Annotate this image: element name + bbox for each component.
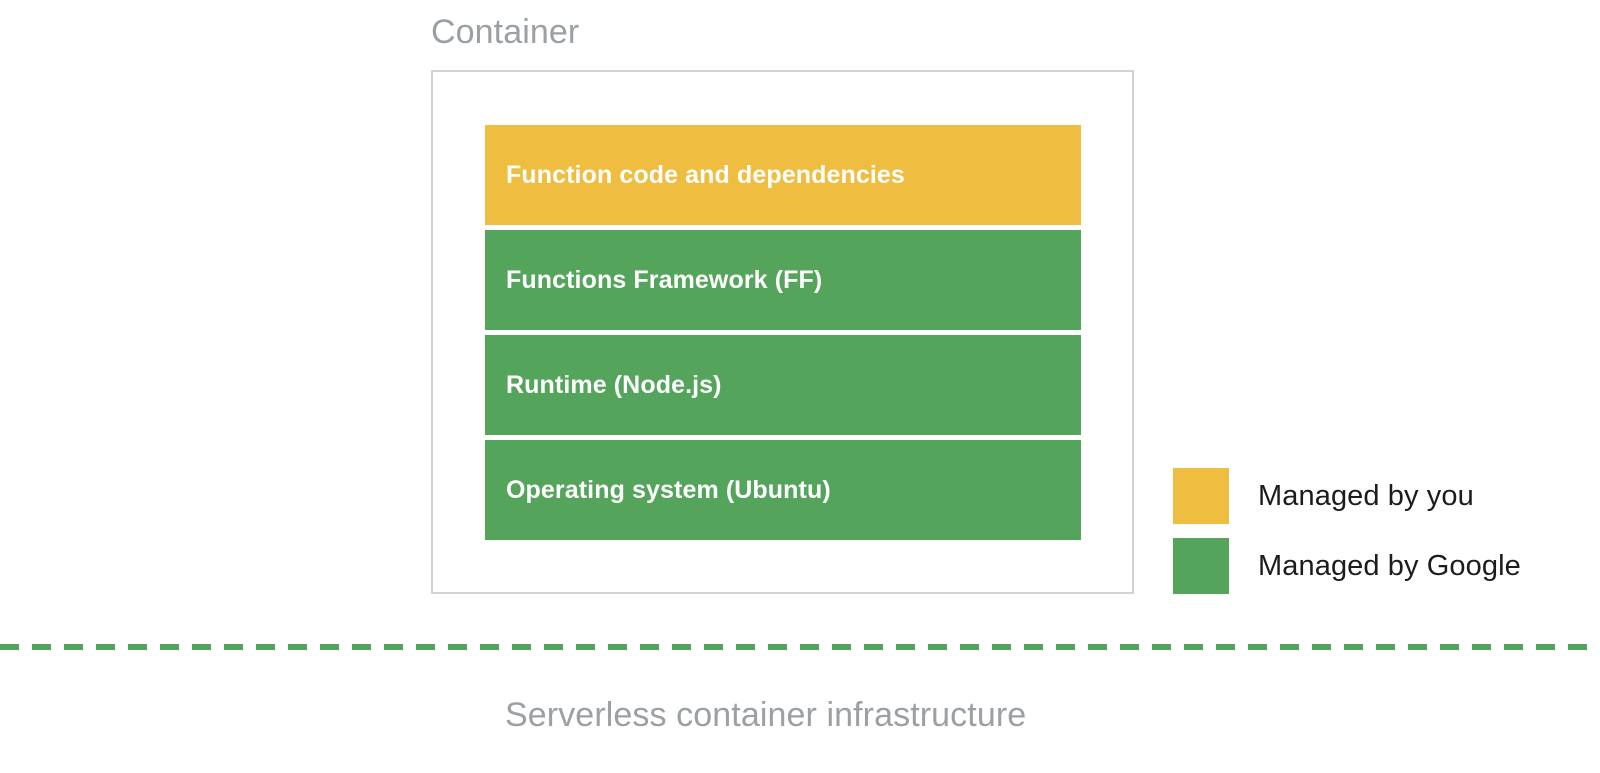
layer-stack: Function code and dependencies Functions… [485, 125, 1081, 540]
legend-swatch-icon-managed-by-you [1173, 468, 1229, 524]
layer-label-function-code: Function code and dependencies [506, 161, 905, 189]
legend-item-managed-by-google: Managed by Google [1173, 531, 1521, 601]
legend: Managed by you Managed by Google [1173, 461, 1521, 601]
legend-label-managed-by-google: Managed by Google [1258, 549, 1521, 582]
infrastructure-caption: Serverless container infrastructure [505, 696, 1027, 734]
layer-label-runtime: Runtime (Node.js) [506, 371, 722, 399]
dashed-divider [0, 642, 1600, 652]
layer-bar-functions-framework: Functions Framework (FF) [485, 230, 1081, 330]
legend-label-managed-by-you: Managed by you [1258, 479, 1474, 512]
layer-bar-operating-system: Operating system (Ubuntu) [485, 440, 1081, 540]
layer-label-operating-system: Operating system (Ubuntu) [506, 476, 831, 504]
diagram-canvas: Container Function code and dependencies… [0, 0, 1600, 773]
layer-label-functions-framework: Functions Framework (FF) [506, 266, 823, 294]
legend-item-managed-by-you: Managed by you [1173, 461, 1521, 531]
dashed-divider-line [0, 644, 1600, 650]
container-title: Container [431, 13, 580, 51]
layer-bar-function-code: Function code and dependencies [485, 125, 1081, 225]
layer-bar-runtime: Runtime (Node.js) [485, 335, 1081, 435]
legend-swatch-icon-managed-by-google [1173, 538, 1229, 594]
